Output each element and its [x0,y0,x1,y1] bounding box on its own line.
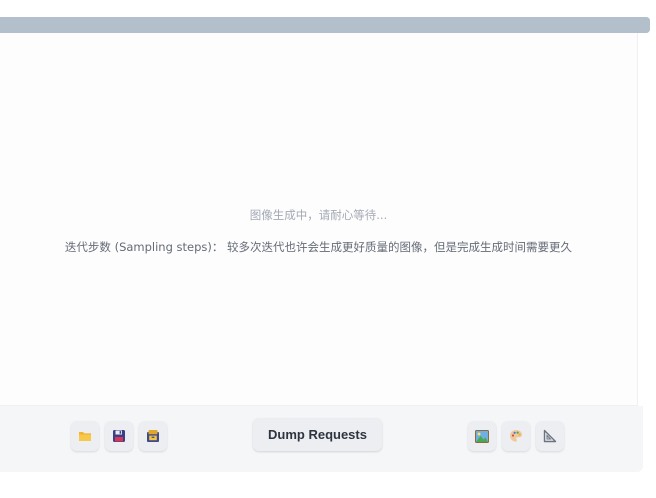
progress-fill [0,17,650,33]
save-button[interactable] [105,421,133,451]
open-folder-button[interactable] [71,421,99,451]
image-icon [475,429,489,443]
palette-icon [509,429,523,443]
triangle-ruler-icon [543,429,557,443]
send-to-palette-button[interactable] [502,421,530,451]
output-gallery-panel: 图像生成中，请耐心等待... 迭代步数 (Sampling steps)： 较多… [0,33,638,406]
archive-button[interactable] [139,421,167,451]
folder-icon [78,429,92,443]
archive-box-icon [146,429,160,443]
output-toolbar: Dump Requests [0,406,643,472]
dump-requests-button[interactable]: Dump Requests [253,418,382,451]
send-to-ruler-button[interactable] [536,421,564,451]
floppy-disk-icon [112,429,126,443]
progress-bar [0,17,650,33]
send-to-image-button[interactable] [468,421,496,451]
generation-status-text: 图像生成中，请耐心等待... [249,208,388,222]
sampling-steps-hint: 迭代步数 (Sampling steps)： 较多次迭代也许会生成更好质量的图像… [64,240,573,254]
